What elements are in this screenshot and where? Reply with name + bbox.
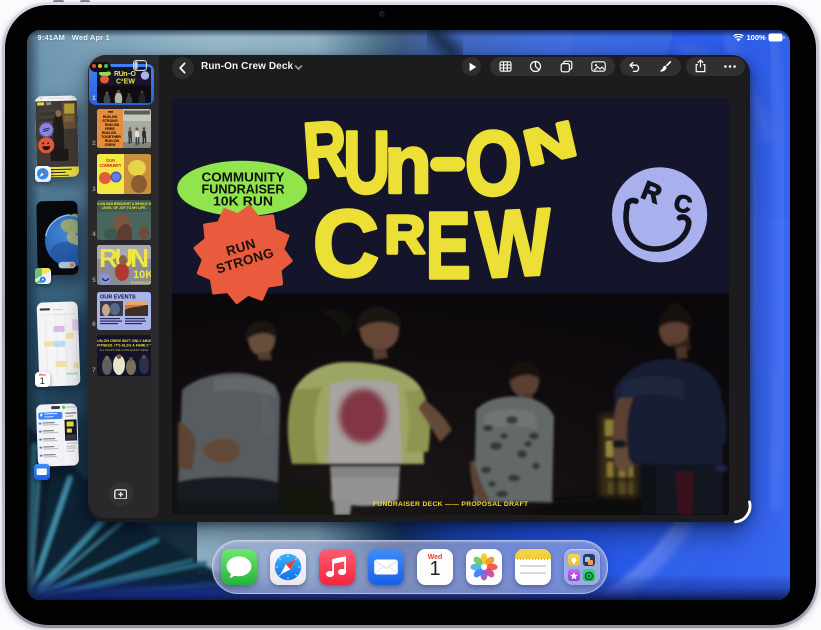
svg-text:W: W xyxy=(475,189,555,298)
svg-text:FUNDRAISER: FUNDRAISER xyxy=(131,280,151,285)
svg-text:RUn–O: RUn–O xyxy=(114,71,137,78)
svg-text:10K RUN: 10K RUN xyxy=(213,194,273,208)
svg-text:COMMUNITY: COMMUNITY xyxy=(100,163,122,168)
svg-text:ALL PACES WELCOME EVERY WEEK: ALL PACES WELCOME EVERY WEEK xyxy=(100,348,149,352)
svg-text:OUR EVENTS: OUR EVENTS xyxy=(100,294,136,300)
svg-text:LEVEL OF JOY TO MY LIFE.: LEVEL OF JOY TO MY LIFE. xyxy=(102,206,147,210)
svg-text:FUNDRAISER DECK —— PROPOSAL DR: FUNDRAISER DECK —— PROPOSAL DRAFT xyxy=(373,500,529,507)
svg-text:E: E xyxy=(426,193,471,299)
svg-text:R: R xyxy=(385,206,426,265)
svg-text:"RUN-ON CREW ISN'T ONLY ABOUT: "RUN-ON CREW ISN'T ONLY ABOUT xyxy=(97,339,151,343)
svg-text:CREW: CREW xyxy=(105,143,117,147)
svg-text:C²EW: C²EW xyxy=(116,78,135,85)
svg-text:C: C xyxy=(313,191,379,296)
svg-text:FITNESS. IT'S ALSO A FAMILY.": FITNESS. IT'S ALSO A FAMILY." xyxy=(97,344,151,348)
svg-text:n: n xyxy=(385,118,432,210)
